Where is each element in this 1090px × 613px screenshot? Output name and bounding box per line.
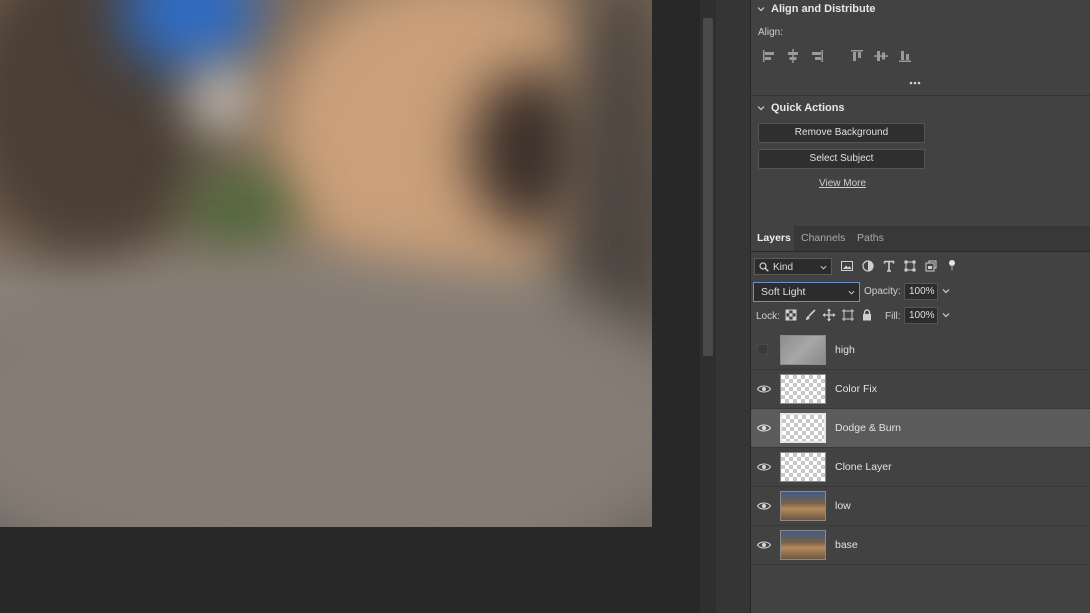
layer-row-color-fix[interactable]: Color Fix xyxy=(751,370,1090,409)
eye-icon[interactable] xyxy=(756,460,772,474)
fill-label: Fill: xyxy=(885,311,901,322)
eye-icon[interactable] xyxy=(756,538,772,552)
layer-thumbnail xyxy=(780,530,826,560)
eye-icon[interactable] xyxy=(756,499,772,513)
opacity-label: Opacity: xyxy=(864,286,901,297)
eye-icon[interactable] xyxy=(756,382,772,396)
layer-name: base xyxy=(835,539,858,551)
opacity-input[interactable]: 100% xyxy=(904,283,938,300)
lock-all-icon[interactable] xyxy=(860,308,874,322)
align-distribute-header[interactable]: Align and Distribute xyxy=(757,3,876,15)
chevron-down-icon xyxy=(820,265,827,270)
type-layer-filter-icon[interactable] xyxy=(882,259,896,273)
search-icon xyxy=(759,262,769,272)
shape-layer-filter-icon[interactable] xyxy=(903,259,917,273)
view-more-link[interactable]: View More xyxy=(819,178,866,189)
align-bottom-icon[interactable] xyxy=(897,48,913,64)
remove-background-button[interactable]: Remove Background xyxy=(758,123,925,143)
align-distribute-title: Align and Distribute xyxy=(771,3,876,15)
layer-thumbnail xyxy=(780,413,826,443)
quick-actions-title: Quick Actions xyxy=(771,102,845,114)
layer-name: Color Fix xyxy=(835,383,878,395)
layer-row-low[interactable]: low xyxy=(751,487,1090,526)
panel-dock-gutter xyxy=(716,0,751,613)
chevron-down-icon xyxy=(757,106,765,111)
pixel-layer-filter-icon[interactable] xyxy=(840,259,854,273)
canvas-scroll-thumb[interactable] xyxy=(703,18,713,356)
layer-thumbnail xyxy=(780,452,826,482)
align-right-icon[interactable] xyxy=(809,48,825,64)
layer-row-high[interactable]: high xyxy=(751,331,1090,370)
chevron-down-icon xyxy=(757,7,765,12)
kind-select-value: Kind xyxy=(773,262,794,273)
lock-transparent-pixels-icon[interactable] xyxy=(784,308,798,322)
section-divider xyxy=(751,95,1090,96)
layer-name: low xyxy=(835,500,851,512)
align-left-icon[interactable] xyxy=(761,48,777,64)
chevron-down-icon xyxy=(848,290,855,295)
blend-mode-value: Soft Light xyxy=(761,286,806,298)
align-vertical-center-icon[interactable] xyxy=(873,48,889,64)
layer-kind-filter-select[interactable]: Kind xyxy=(754,258,832,275)
lock-image-pixels-icon[interactable] xyxy=(803,308,817,322)
more-options-icon[interactable] xyxy=(908,78,922,88)
layer-thumbnail xyxy=(780,335,826,365)
eye-icon[interactable] xyxy=(756,421,772,435)
layer-thumbnail xyxy=(780,491,826,521)
fill-input[interactable]: 100% xyxy=(904,307,938,324)
lock-position-icon[interactable] xyxy=(822,308,836,322)
layer-row-base[interactable]: base xyxy=(751,526,1090,565)
tab-paths[interactable]: Paths xyxy=(851,226,890,251)
align-label: Align: xyxy=(758,27,784,38)
visibility-toggle-off[interactable] xyxy=(757,344,768,355)
layers-panel-tabs: Layers Channels Paths xyxy=(751,226,1090,252)
adjustment-layer-filter-icon[interactable] xyxy=(861,259,875,273)
opacity-dropdown-icon[interactable] xyxy=(942,287,950,295)
properties-layers-panel: Align and Distribute Align: Quick Action… xyxy=(751,0,1090,613)
layer-thumbnail xyxy=(780,374,826,404)
layer-row-clone-layer[interactable]: Clone Layer xyxy=(751,448,1090,487)
align-horizontal-center-icon[interactable] xyxy=(785,48,801,64)
blend-mode-select[interactable]: Soft Light xyxy=(753,282,860,302)
lock-artboard-icon[interactable] xyxy=(841,308,855,322)
canvas-image[interactable] xyxy=(0,0,652,527)
layer-name: Dodge & Burn xyxy=(835,422,901,434)
align-top-icon[interactable] xyxy=(849,48,865,64)
layers-list: high Color Fix Dodge & Burn Clone Layer … xyxy=(751,331,1090,565)
select-subject-button[interactable]: Select Subject xyxy=(758,149,925,169)
fill-dropdown-icon[interactable] xyxy=(942,311,950,319)
tab-channels[interactable]: Channels xyxy=(795,226,851,251)
layer-name: Clone Layer xyxy=(835,461,892,473)
quick-actions-header[interactable]: Quick Actions xyxy=(757,102,845,114)
document-canvas-area[interactable] xyxy=(0,0,700,613)
layer-row-dodge-burn[interactable]: Dodge & Burn xyxy=(751,409,1090,448)
lock-label: Lock: xyxy=(756,311,780,322)
layer-name: high xyxy=(835,344,855,356)
tab-layers[interactable]: Layers xyxy=(751,226,794,251)
smart-object-filter-icon[interactable] xyxy=(924,259,938,273)
filter-toggle-icon[interactable] xyxy=(945,259,959,273)
